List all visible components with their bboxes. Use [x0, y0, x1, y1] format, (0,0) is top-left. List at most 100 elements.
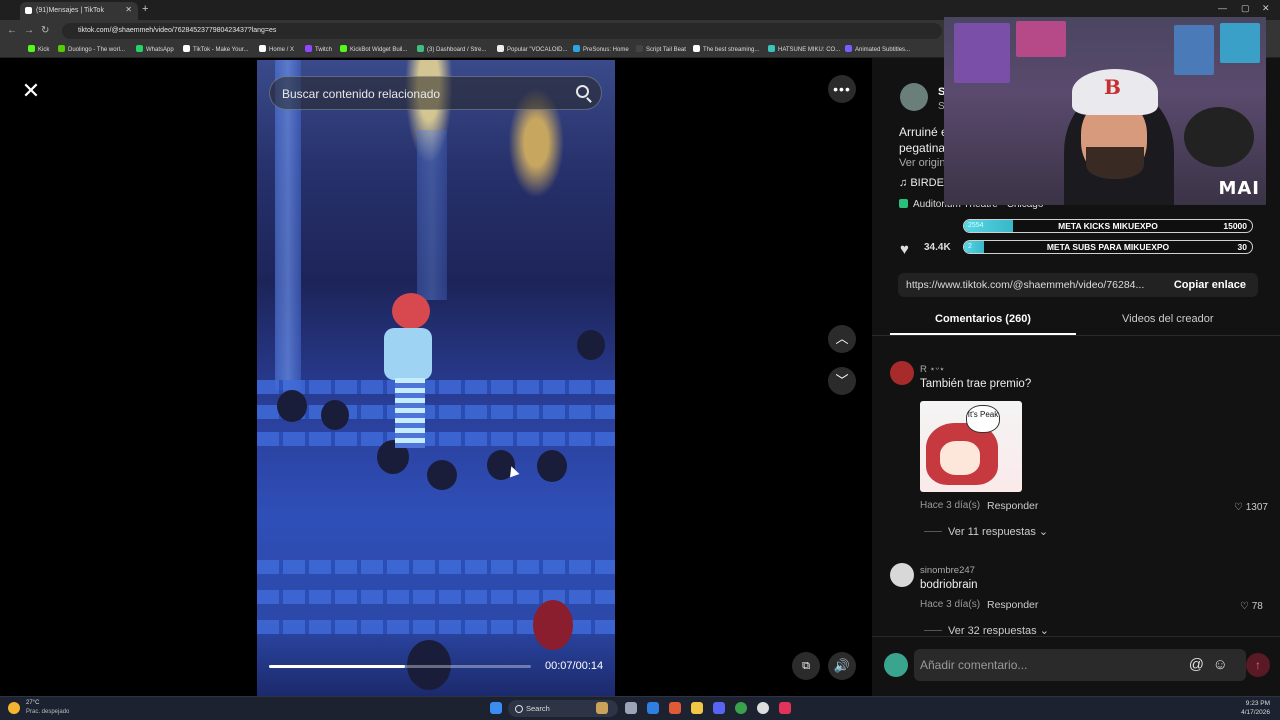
edge-icon[interactable]: [647, 702, 659, 714]
weather-description: Prac. despejado: [26, 709, 70, 715]
video-player[interactable]: Buscar contenido relacionado 00:07/00:14: [257, 60, 615, 696]
task-view-icon[interactable]: [625, 702, 637, 714]
file-explorer-icon[interactable]: [691, 702, 703, 714]
chevron-up-icon[interactable]: ︿: [828, 325, 856, 353]
bookmark-item[interactable]: Duolingo - The worl...: [58, 45, 125, 53]
bookmark-item[interactable]: HATSUNE MIKU: CO...: [768, 45, 840, 53]
wall-poster: [1220, 23, 1260, 63]
music-link[interactable]: ♫ BIRDE: [899, 177, 944, 189]
window-close-icon[interactable]: ✕: [1262, 3, 1270, 14]
picture-in-picture-icon[interactable]: ⧉: [792, 652, 820, 680]
tab-comments[interactable]: Comentarios (260): [935, 313, 1031, 325]
bookmark-item[interactable]: Popular "VOCALOID...: [497, 45, 568, 53]
reply-button[interactable]: Responder: [987, 599, 1038, 611]
widgets-icon[interactable]: [596, 702, 608, 714]
like-count: 34.4K: [924, 242, 951, 253]
bookmark-item[interactable]: WhatsApp: [136, 45, 174, 53]
commenter-avatar[interactable]: [890, 361, 914, 385]
forward-icon[interactable]: →: [24, 25, 34, 36]
bookmark-favicon-icon: [845, 45, 852, 52]
tab-creator-videos[interactable]: Videos del creador: [1122, 313, 1214, 325]
mention-icon[interactable]: @: [1189, 656, 1204, 673]
weather-temperature[interactable]: 27°C: [26, 700, 39, 706]
more-options-icon[interactable]: •••: [828, 75, 856, 103]
bookmark-item[interactable]: Script Tail Beat: [636, 45, 686, 53]
goal-bar-kicks: 2554 META KICKS MIKUEXPO 15000: [963, 219, 1253, 233]
music-note-icon: ♫: [899, 177, 911, 189]
view-replies-button[interactable]: Ver 11 respuestas ⌄: [924, 525, 1048, 538]
bookmark-item[interactable]: (3) Dashboard / Stre...: [417, 45, 486, 53]
bookmark-item[interactable]: The best streaming...: [693, 45, 759, 53]
url-field[interactable]: tiktok.com/@shaemmeh/video/7628452377980…: [62, 23, 942, 39]
discord-icon[interactable]: [713, 702, 725, 714]
commenter-avatar[interactable]: [890, 563, 914, 587]
commenter-name[interactable]: sinombre247: [920, 565, 975, 576]
tab-close-icon[interactable]: ✕: [125, 5, 132, 14]
weather-icon[interactable]: [8, 702, 20, 714]
heart-icon[interactable]: ♥: [900, 241, 909, 258]
reload-icon[interactable]: ↻: [41, 25, 49, 36]
browser-tab[interactable]: (91)Mensajes | TikTok ✕: [20, 2, 138, 20]
see-original-link[interactable]: Ver origin: [899, 157, 945, 169]
volume-icon[interactable]: 🔊: [828, 652, 856, 680]
cap-logo-icon: B: [1104, 75, 1121, 99]
video-description: Arruiné e: [899, 125, 948, 139]
streamer-webcam: B MAI: [944, 17, 1266, 205]
audience-head: [537, 450, 567, 482]
back-icon[interactable]: ←: [7, 25, 17, 36]
sticker-character: [940, 441, 980, 475]
maximize-icon[interactable]: ▢: [1241, 3, 1250, 14]
divider: [872, 335, 1280, 336]
comment-composer: Añadir comentario... @ ☺ ↑: [872, 636, 1280, 696]
search-icon[interactable]: [576, 85, 589, 98]
minimize-icon[interactable]: —: [1218, 3, 1227, 13]
start-icon[interactable]: [490, 702, 502, 714]
bookmark-label: Animated Subtitles...: [855, 47, 911, 53]
bookmark-item[interactable]: Animated Subtitles...: [845, 45, 910, 53]
seat-row: [257, 380, 615, 394]
bookmark-label: (3) Dashboard / Stre...: [427, 47, 487, 53]
emoji-icon[interactable]: ☺: [1213, 656, 1228, 673]
author-avatar[interactable]: [900, 83, 928, 111]
clock-time[interactable]: 9:23 PM: [1246, 700, 1270, 707]
reply-button[interactable]: Responder: [987, 500, 1038, 512]
tiktok-favicon-icon: [25, 7, 32, 14]
wall-poster: [954, 23, 1010, 83]
close-icon[interactable]: ✕: [18, 78, 44, 104]
bookmark-favicon-icon: [417, 45, 424, 52]
comment-input[interactable]: Añadir comentario... @ ☺: [914, 649, 1246, 681]
comment-like-count: 1307: [1245, 502, 1268, 513]
comment-like-button[interactable]: ♡ 1307: [1234, 502, 1268, 513]
bookmark-item[interactable]: KickBot Widget Buil...: [340, 45, 407, 53]
obs-icon[interactable]: [757, 702, 769, 714]
bookmark-item[interactable]: TikTok - Make Your...: [183, 45, 248, 53]
comment-text: También trae premio?: [920, 378, 1032, 390]
user-avatar[interactable]: [884, 653, 908, 677]
new-tab-icon[interactable]: +: [142, 3, 148, 15]
video-description: pegatina: [899, 141, 946, 155]
bookmark-item[interactable]: Home / X: [259, 45, 294, 53]
copy-link-button[interactable]: Copiar enlace: [1174, 279, 1246, 291]
chevron-down-icon: ⌄: [1035, 526, 1049, 538]
clock-date[interactable]: 4/17/2026: [1241, 709, 1270, 716]
bookmark-item[interactable]: Twitch: [305, 45, 332, 53]
seat-row: [257, 432, 615, 446]
seat-row: [257, 560, 615, 574]
bookmark-item[interactable]: Kick: [28, 45, 49, 53]
video-progress-fill: [269, 665, 406, 668]
location-pin-icon: [899, 199, 908, 208]
dancer-figure: [395, 378, 425, 448]
chrome-icon[interactable]: [735, 702, 747, 714]
music-app-icon[interactable]: [779, 702, 791, 714]
comment-like-button[interactable]: ♡ 78: [1240, 601, 1263, 612]
bookmark-label: TikTok - Make Your...: [193, 47, 249, 53]
send-icon[interactable]: ↑: [1246, 653, 1270, 677]
bookmark-item[interactable]: PreSonus: Home: [573, 45, 629, 53]
related-search-input[interactable]: Buscar contenido relacionado: [269, 76, 602, 110]
commenter-name[interactable]: R ⋆ᵕ⋆: [920, 364, 945, 375]
app-icon[interactable]: [669, 702, 681, 714]
chevron-down-icon[interactable]: ﹀: [828, 367, 856, 395]
video-progress-bar[interactable]: [269, 665, 531, 668]
bookmark-label: Duolingo - The worl...: [68, 47, 125, 53]
bookmark-favicon-icon: [768, 45, 775, 52]
